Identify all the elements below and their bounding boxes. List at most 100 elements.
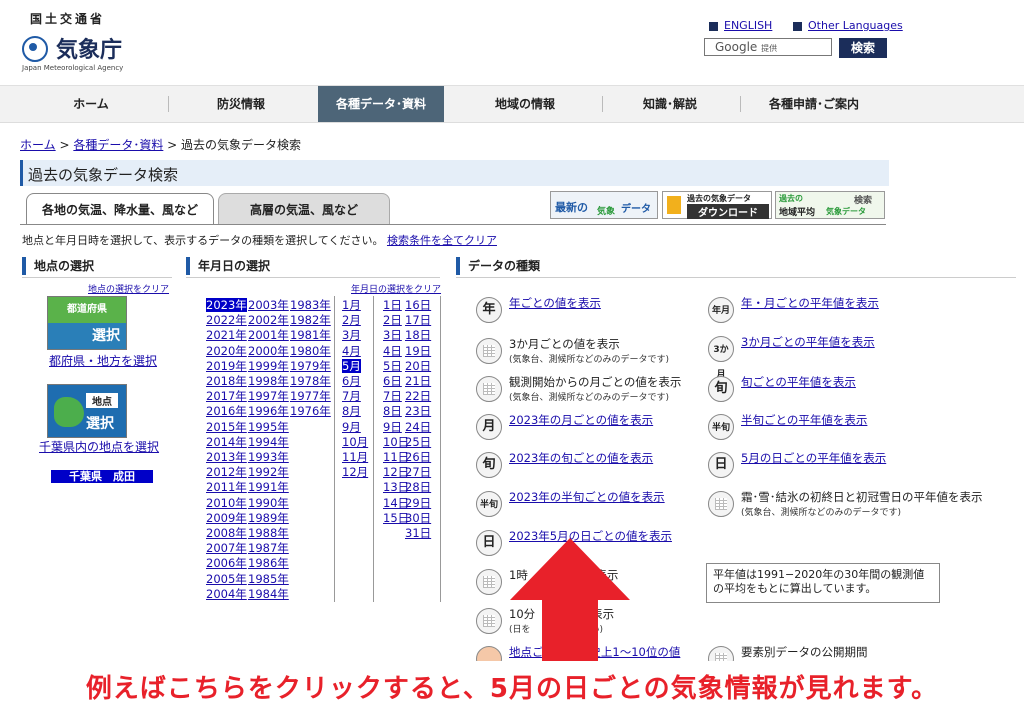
location-clear-link[interactable]: 地点の選択をクリア [88,282,169,295]
year-option[interactable]: 1993年 [248,450,289,464]
nav-applications[interactable]: 各種申請･ご案内 [740,86,888,122]
agency-name[interactable]: 気象庁 [56,32,122,64]
regional-average-banner[interactable]: 過去の 地域平均 気象データ 検索 [775,191,885,219]
year-option[interactable]: 2016年 [206,404,247,418]
year-option[interactable]: 1983年 [290,298,331,312]
day-option[interactable]: 16日 [405,298,431,312]
year-option[interactable]: 2020年 [206,344,247,358]
month-option[interactable]: 8月 [342,404,361,418]
year-option[interactable]: 1988年 [248,526,289,540]
prefecture-select-button[interactable]: 都道府県 選択 [47,296,127,350]
year-option[interactable]: 2000年 [248,344,289,358]
day-option[interactable]: 20日 [405,359,431,373]
data-type-icon[interactable]: 日 [708,452,734,478]
nav-home[interactable]: ホーム [18,86,164,122]
data-type-item[interactable]: 半旬ごとの平年値を表示 [741,412,867,428]
year-option[interactable]: 1997年 [248,389,289,403]
day-option[interactable]: 26日 [405,450,431,464]
day-option[interactable]: 28日 [405,480,431,494]
year-option[interactable]: 1999年 [248,359,289,373]
day-option[interactable]: 19日 [405,344,431,358]
day-option[interactable]: 29日 [405,496,431,510]
english-link[interactable]: ENGLISH [709,19,772,32]
nav-knowledge[interactable]: 知識･解説 [602,86,738,122]
day-option[interactable]: 17日 [405,313,431,327]
year-option[interactable]: 1981年 [290,328,331,342]
year-option[interactable]: 2022年 [206,313,247,327]
month-option[interactable]: 1月 [342,298,361,312]
year-option[interactable]: 2003年 [248,298,289,312]
year-option[interactable]: 1998年 [248,374,289,388]
month-option[interactable]: 7月 [342,389,361,403]
data-type-label[interactable]: 2023年の月ごとの値を表示 [509,413,653,427]
day-option[interactable]: 18日 [405,328,431,342]
day-option[interactable]: 3日 [383,328,402,342]
day-option[interactable]: 25日 [405,435,431,449]
year-option[interactable]: 1996年 [248,404,289,418]
day-option[interactable]: 8日 [383,404,402,418]
day-option[interactable]: 4日 [383,344,402,358]
year-option[interactable]: 2015年 [206,420,247,434]
year-option[interactable]: 1982年 [290,313,331,327]
year-option[interactable]: 2007年 [206,541,247,555]
month-option[interactable]: 10月 [342,435,368,449]
tab-upper-air[interactable]: 高層の気温、風など [218,193,390,224]
year-option[interactable]: 1987年 [248,541,289,555]
data-type-icon[interactable]: 年 [476,297,502,323]
month-option[interactable]: 5月 [342,358,361,373]
nav-disaster[interactable]: 防災情報 [168,86,314,122]
year-option[interactable]: 2021年 [206,328,247,342]
point-link[interactable]: 千葉県内の地点を選択 [39,438,159,455]
year-option[interactable]: 1980年 [290,344,331,358]
year-option[interactable]: 2012年 [206,465,247,479]
year-option[interactable]: 2008年 [206,526,247,540]
nav-data[interactable]: 各種データ･資料 [318,86,444,122]
download-banner[interactable]: 過去の気象データ ダウンロード [662,191,772,219]
data-type-icon[interactable]: 月 [476,414,502,440]
year-option[interactable]: 1994年 [248,435,289,449]
data-type-label[interactable]: 年ごとの値を表示 [509,296,601,310]
year-option[interactable]: 2009年 [206,511,247,525]
point-select-button[interactable]: 地点 選択 [47,384,127,438]
year-option[interactable]: 1978年 [290,374,331,388]
day-option[interactable]: 31日 [405,526,431,540]
english-link-label[interactable]: ENGLISH [724,19,772,32]
year-option[interactable]: 1990年 [248,496,289,510]
year-option[interactable]: 1992年 [248,465,289,479]
tab-surface[interactable]: 各地の気温、降水量、風など [26,193,214,224]
year-option[interactable]: 2017年 [206,389,247,403]
data-type-icon[interactable]: 旬 [708,376,734,402]
data-type-label[interactable]: 5月の日ごとの平年値を表示 [741,451,886,465]
day-option[interactable]: 30日 [405,511,431,525]
year-option[interactable]: 1984年 [248,587,289,601]
year-option[interactable]: 1979年 [290,359,331,373]
day-option[interactable]: 6日 [383,374,402,388]
nav-regional[interactable]: 地域の情報 [452,86,598,122]
year-option[interactable]: 2002年 [248,313,289,327]
year-option[interactable]: 2011年 [206,480,247,494]
month-option[interactable]: 9月 [342,420,361,434]
month-option[interactable]: 12月 [342,465,368,479]
data-type-item[interactable]: 年・月ごとの平年値を表示 [741,295,879,311]
year-option[interactable]: 2010年 [206,496,247,510]
day-option[interactable]: 22日 [405,389,431,403]
year-option[interactable]: 2019年 [206,359,247,373]
search-input[interactable]: Google 提供 [704,38,832,56]
year-option[interactable]: 1985年 [248,572,289,586]
data-type-item[interactable]: 3か月ごとの平年値を表示 [741,334,875,350]
day-option[interactable]: 21日 [405,374,431,388]
day-option[interactable]: 24日 [405,420,431,434]
data-type-icon[interactable]: 3か月 [708,336,734,380]
month-option[interactable]: 11月 [342,450,368,464]
year-option[interactable]: 2014年 [206,435,247,449]
data-type-item[interactable]: 旬ごとの平年値を表示 [741,374,856,390]
month-option[interactable]: 2月 [342,313,361,327]
year-option[interactable]: 1995年 [248,420,289,434]
data-type-label[interactable]: 年・月ごとの平年値を表示 [741,296,879,310]
breadcrumb-data[interactable]: 各種データ･資料 [73,138,163,152]
year-option[interactable]: 1976年 [290,404,331,418]
year-option[interactable]: 2023年 [206,298,247,312]
year-option[interactable]: 2001年 [248,328,289,342]
other-languages-link[interactable]: Other Languages [793,19,903,32]
jma-logo-icon[interactable] [22,36,48,62]
